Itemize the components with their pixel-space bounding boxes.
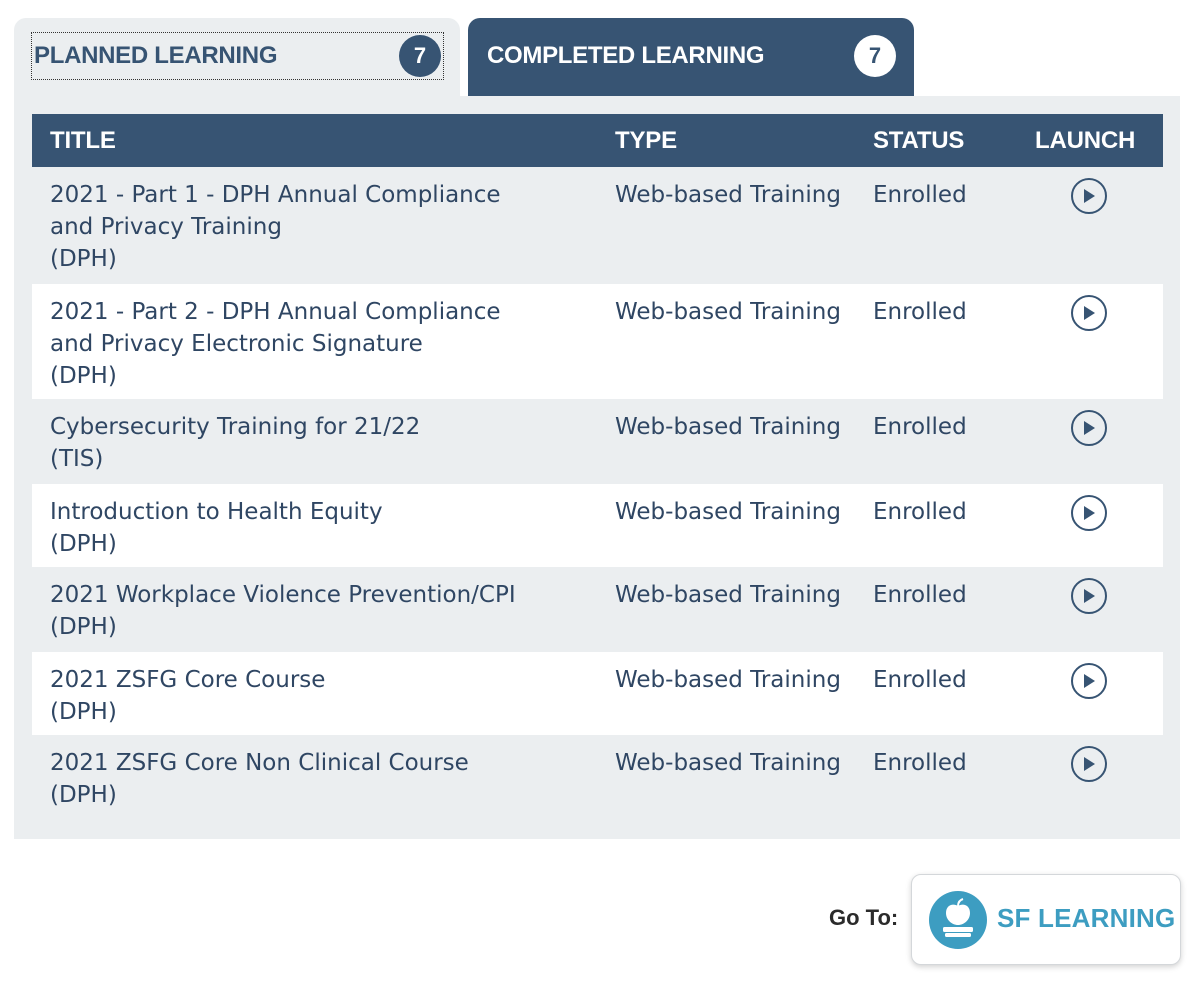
course-title: 2021 - Part 1 - DPH Annual Compliance an… — [50, 182, 501, 240]
course-title-cell: 2021 Workplace Violence Prevention/CPI (… — [50, 579, 590, 643]
tab-planned-focus-ring: PLANNED LEARNING 7 — [31, 32, 444, 80]
course-status: Enrolled — [873, 299, 967, 325]
course-org: (TIS) — [50, 446, 104, 472]
course-title-cell: 2021 ZSFG Core Course (DPH) — [50, 664, 590, 728]
course-type: Web-based Training — [615, 299, 841, 325]
tab-completed-learning[interactable]: COMPLETED LEARNING 7 — [468, 18, 914, 97]
course-type: Web-based Training — [615, 582, 841, 608]
play-circle-icon — [1084, 589, 1095, 603]
course-status: Enrolled — [873, 750, 967, 776]
tab-planned-label: PLANNED LEARNING — [34, 42, 278, 69]
play-circle-icon — [1084, 506, 1095, 520]
course-org: (DPH) — [50, 363, 117, 389]
course-status: Enrolled — [873, 499, 967, 525]
play-circle-icon — [1084, 674, 1095, 688]
course-status: Enrolled — [873, 667, 967, 693]
goto-label: Go To: — [829, 905, 899, 930]
header-type: TYPE — [615, 126, 677, 154]
completed-count-badge: 7 — [854, 35, 896, 77]
course-type: Web-based Training — [615, 667, 841, 693]
tab-planned-learning[interactable]: PLANNED LEARNING 7 — [14, 18, 460, 97]
course-title: Cybersecurity Training for 21/22 — [50, 414, 421, 440]
course-status: Enrolled — [873, 182, 967, 208]
header-status: STATUS — [873, 126, 965, 154]
header-title: TITLE — [50, 126, 116, 154]
course-org: (DPH) — [50, 246, 117, 272]
sf-learning-label: SF LEARNING — [997, 903, 1176, 933]
launch-button[interactable] — [1071, 178, 1107, 214]
table-row: 2021 ZSFG Core Course (DPH) Web-based Tr… — [32, 652, 1163, 735]
course-title-cell: Introduction to Health Equity (DPH) — [50, 496, 590, 560]
course-status: Enrolled — [873, 414, 967, 440]
learning-tabs: PLANNED LEARNING 7 COMPLETED LEARNING 7 — [14, 18, 1180, 97]
course-type: Web-based Training — [615, 414, 841, 440]
table-row: Cybersecurity Training for 21/22 (TIS) W… — [32, 399, 1163, 484]
launch-button[interactable] — [1071, 746, 1107, 782]
course-title-cell: 2021 ZSFG Core Non Clinical Course (DPH) — [50, 747, 590, 811]
course-org: (DPH) — [50, 782, 117, 808]
learning-panel: TITLE TYPE STATUS LAUNCH 2021 - Part 1 -… — [14, 96, 1180, 839]
tab-completed-label: COMPLETED LEARNING — [487, 42, 765, 69]
play-circle-icon — [1084, 306, 1095, 320]
course-title: 2021 Workplace Violence Prevention/CPI — [50, 582, 516, 608]
play-circle-icon — [1084, 757, 1095, 771]
launch-button[interactable] — [1071, 495, 1107, 531]
apple-book-icon — [929, 891, 987, 949]
course-title-cell: 2021 - Part 1 - DPH Annual Compliance an… — [50, 179, 590, 275]
table-row: 2021 - Part 2 - DPH Annual Compliance an… — [32, 284, 1163, 399]
play-circle-icon — [1084, 421, 1095, 435]
table-row: 2021 ZSFG Core Non Clinical Course (DPH)… — [32, 735, 1163, 825]
course-title: 2021 - Part 2 - DPH Annual Compliance an… — [50, 299, 501, 357]
learning-table: TITLE TYPE STATUS LAUNCH 2021 - Part 1 -… — [32, 114, 1163, 825]
play-circle-icon — [1084, 189, 1095, 203]
course-title: 2021 ZSFG Core Non Clinical Course — [50, 750, 469, 776]
course-type: Web-based Training — [615, 182, 841, 208]
sf-learning-link[interactable]: SF LEARNING — [911, 874, 1181, 965]
launch-button[interactable] — [1071, 295, 1107, 331]
table-header: TITLE TYPE STATUS LAUNCH — [32, 114, 1163, 167]
course-type: Web-based Training — [615, 750, 841, 776]
table-row: 2021 Workplace Violence Prevention/CPI (… — [32, 567, 1163, 652]
table-row: Introduction to Health Equity (DPH) Web-… — [32, 484, 1163, 567]
course-type: Web-based Training — [615, 499, 841, 525]
course-title-cell: 2021 - Part 2 - DPH Annual Compliance an… — [50, 296, 590, 392]
course-org: (DPH) — [50, 614, 117, 640]
course-status: Enrolled — [873, 582, 967, 608]
course-org: (DPH) — [50, 699, 117, 725]
tab-completed-inner: COMPLETED LEARNING 7 — [485, 32, 898, 80]
course-title-cell: Cybersecurity Training for 21/22 (TIS) — [50, 411, 590, 475]
course-org: (DPH) — [50, 531, 117, 557]
planned-count-badge: 7 — [399, 35, 441, 77]
table-row: 2021 - Part 1 - DPH Annual Compliance an… — [32, 167, 1163, 284]
launch-button[interactable] — [1071, 578, 1107, 614]
launch-button[interactable] — [1071, 410, 1107, 446]
course-title: Introduction to Health Equity — [50, 499, 383, 525]
launch-button[interactable] — [1071, 663, 1107, 699]
header-launch: LAUNCH — [1035, 126, 1136, 154]
course-title: 2021 ZSFG Core Course — [50, 667, 326, 693]
